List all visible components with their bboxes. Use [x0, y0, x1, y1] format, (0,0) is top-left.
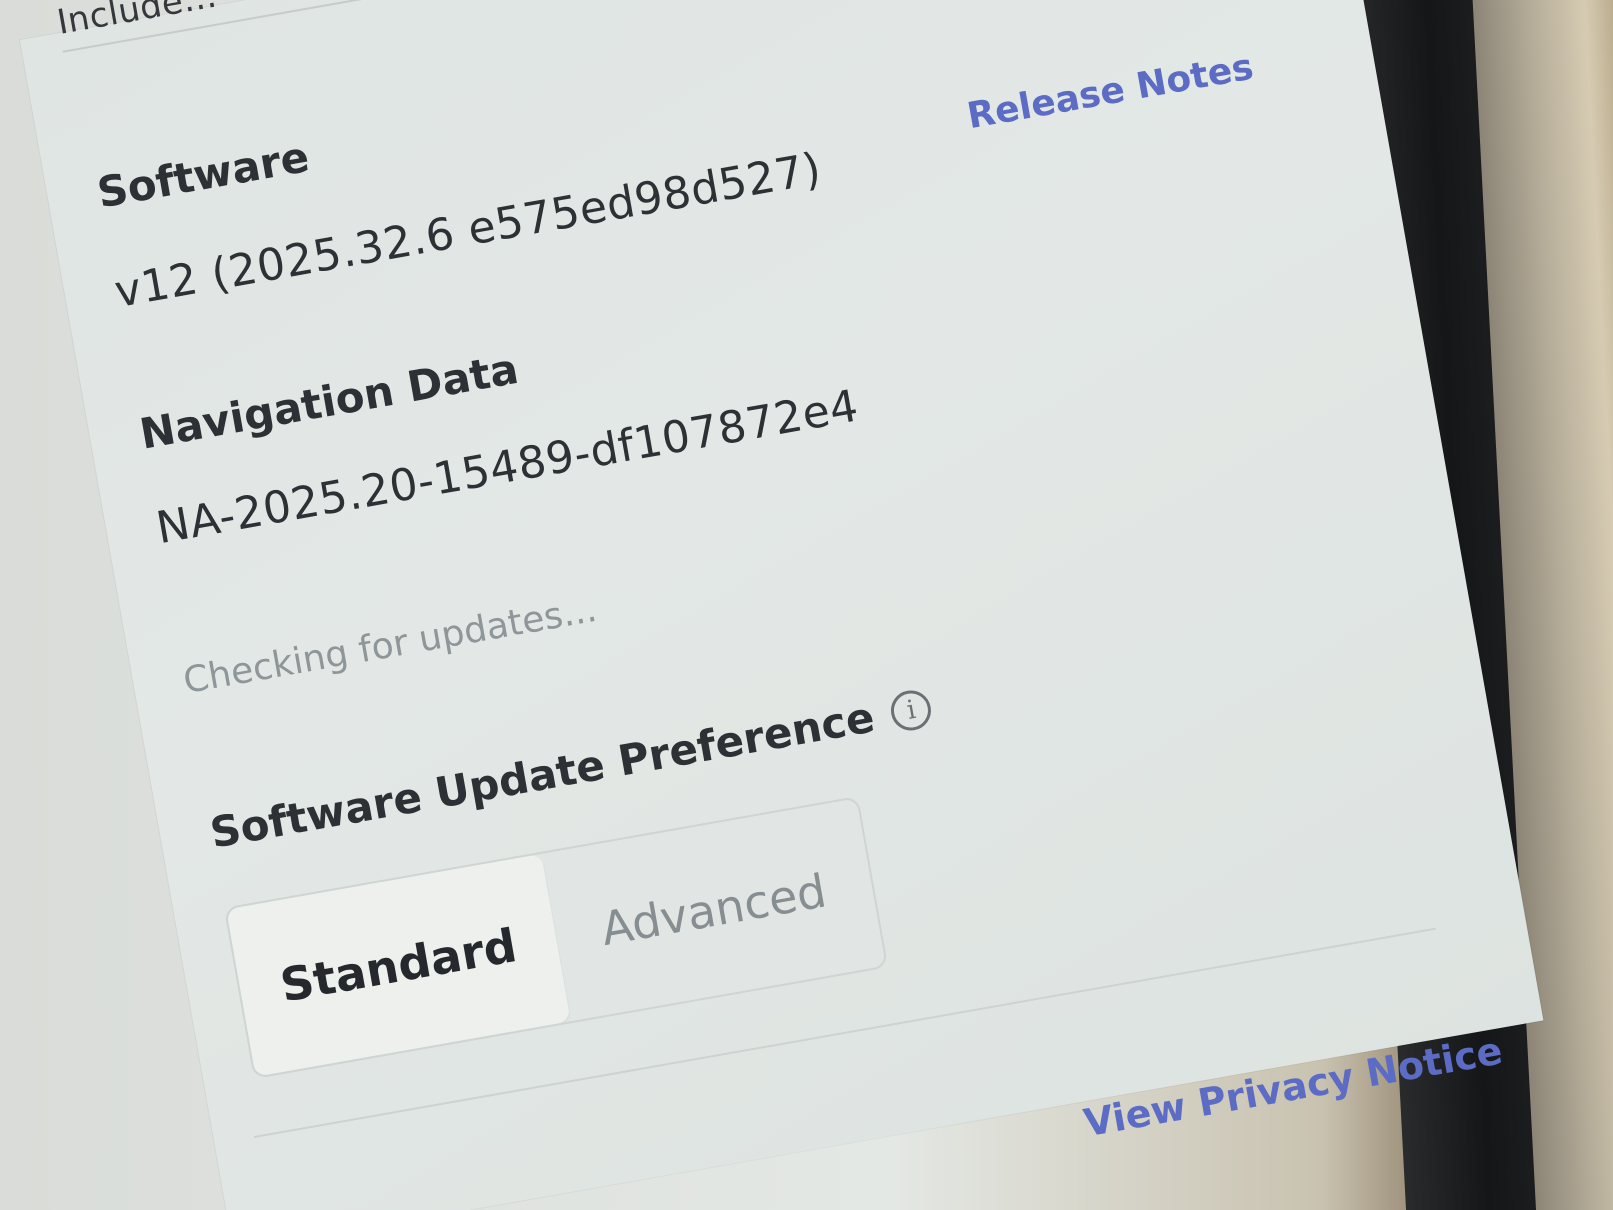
standard-option[interactable]: Standard [226, 853, 571, 1077]
navigation-data-label: Navigation Data [136, 343, 522, 459]
advanced-option[interactable]: Advanced [541, 798, 886, 1021]
photo-frame: Include... Release Notes Software v12 (2… [0, 0, 1613, 1210]
info-icon[interactable]: i [888, 686, 935, 734]
update-status-text: Checking for updates... [180, 588, 600, 702]
cut-off-header-text: Include... [54, 0, 220, 43]
software-settings-panel: Include... Release Notes Software v12 (2… [20, 0, 1544, 1210]
software-label: Software [93, 132, 313, 218]
release-notes-link[interactable]: Release Notes [964, 47, 1256, 138]
